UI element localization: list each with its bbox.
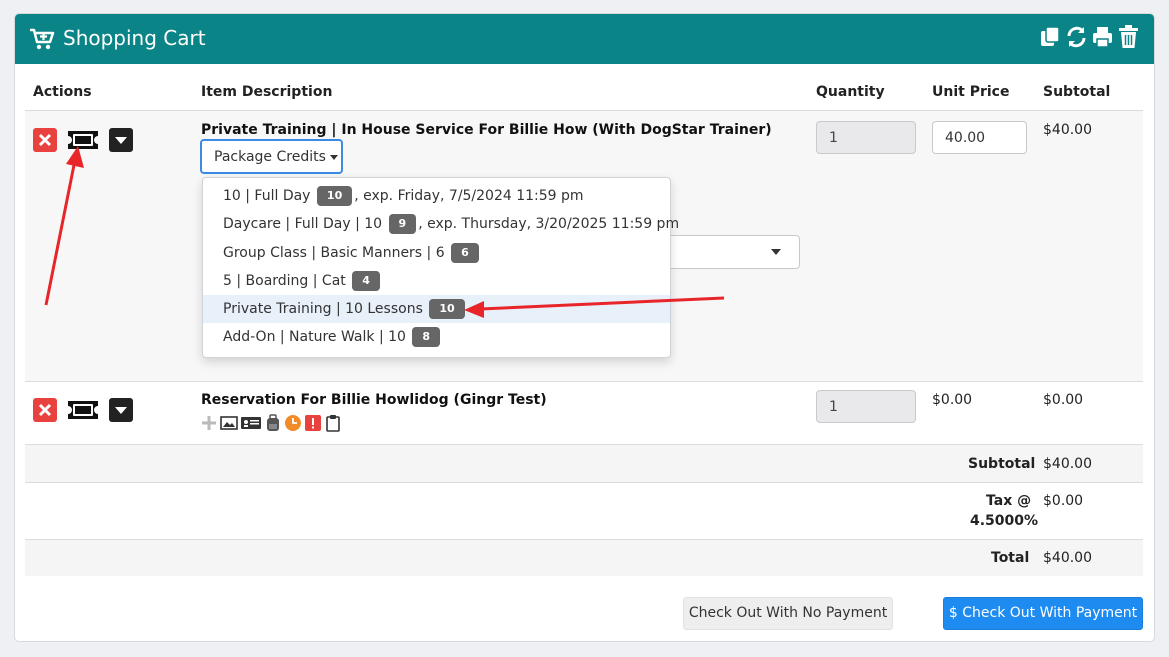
expand-row-button[interactable] (109, 128, 133, 152)
menu-item[interactable]: Add-On | Nature Walk | 10 8 (203, 323, 670, 351)
cart-icon (30, 28, 55, 50)
row-subtotal: $0.00 (1043, 392, 1084, 408)
total-value: $40.00 (1043, 550, 1092, 566)
package-credit-ticket-icon[interactable] (67, 128, 99, 152)
select-arrow-icon (771, 249, 781, 255)
credits-badge: 6 (451, 243, 479, 263)
menu-item[interactable]: 5 | Boarding | Cat 4 (203, 267, 670, 295)
menu-item[interactable]: Group Class | Basic Manners | 6 6 (203, 239, 670, 267)
tax-rate: 4.5000% (970, 513, 1039, 529)
divider (25, 482, 1143, 483)
divider (25, 539, 1143, 540)
item-title: Private Training | In House Service For … (201, 122, 772, 138)
divider (25, 110, 1143, 111)
tax-label: Tax @ (986, 493, 1032, 509)
column-header-subtotal: Subtotal (1043, 84, 1111, 100)
credits-badge: 10 (429, 299, 465, 319)
package-credits-label: Package Credits (214, 149, 326, 165)
divider (25, 444, 1143, 445)
backpack-icon[interactable] (264, 414, 282, 432)
caret-down-icon (329, 154, 338, 160)
refresh-icon[interactable] (1065, 24, 1088, 50)
package-credit-ticket-icon[interactable] (67, 398, 99, 422)
divider (25, 381, 1143, 382)
remove-item-button[interactable] (33, 398, 57, 422)
menu-item-label: Private Training | 10 Lessons (223, 301, 423, 317)
row-unit-price: $0.00 (932, 392, 973, 408)
clipboard-icon[interactable] (324, 414, 342, 432)
column-header-description: Item Description (201, 84, 333, 100)
alert-icon[interactable] (304, 414, 322, 432)
menu-item-label: Add-On | Nature Walk | 10 (223, 329, 406, 345)
quantity-input[interactable]: 1 (816, 390, 916, 423)
hidden-select[interactable] (666, 235, 800, 269)
page-title: Shopping Cart (63, 26, 206, 50)
menu-item-label: Group Class | Basic Manners | 6 (223, 245, 445, 261)
column-header-quantity: Quantity (816, 84, 885, 100)
menu-item-label: 10 | Full Day (223, 188, 311, 204)
credits-badge: 9 (388, 214, 417, 234)
trash-icon[interactable] (1117, 24, 1140, 50)
clock-icon[interactable] (284, 414, 302, 432)
menu-item-label: Daycare | Full Day | 10 (223, 216, 383, 232)
tax-value: $0.00 (1043, 493, 1084, 509)
item-title: Reservation For Billie Howlidog (Gingr T… (201, 392, 547, 408)
copy-icon[interactable] (1039, 24, 1062, 50)
subtotal-label: Subtotal (968, 456, 1036, 472)
menu-item-label: 5 | Boarding | Cat (223, 273, 346, 289)
header-toolbar (1039, 24, 1140, 50)
expand-row-button[interactable] (109, 398, 133, 422)
checkout-no-payment-button[interactable]: Check Out With No Payment (683, 597, 893, 630)
credits-badge: 4 (352, 271, 380, 291)
menu-item[interactable]: 10 | Full Day 10, exp. Friday, 7/5/2024 … (203, 182, 670, 210)
menu-item-expiry: , exp. Thursday, 3/20/2025 11:59 pm (418, 216, 680, 232)
credits-badge: 8 (412, 327, 441, 347)
package-credits-dropdown-button[interactable]: Package Credits (200, 139, 343, 174)
print-icon[interactable] (1091, 24, 1114, 50)
subtotal-value: $40.00 (1043, 456, 1092, 472)
image-icon[interactable] (220, 414, 238, 432)
menu-item-highlighted[interactable]: Private Training | 10 Lessons 10 (203, 295, 670, 323)
unit-price-input[interactable]: 40.00 (932, 121, 1027, 154)
reservation-icon-bar (200, 414, 342, 432)
remove-item-button[interactable] (33, 128, 57, 152)
quantity-input[interactable]: 1 (816, 121, 916, 154)
column-header-actions: Actions (33, 84, 92, 100)
plus-icon[interactable] (200, 414, 218, 432)
id-card-icon[interactable] (240, 414, 262, 432)
total-label: Total (991, 550, 1030, 566)
row-subtotal: $40.00 (1043, 122, 1092, 138)
credits-badge: 10 (316, 186, 353, 206)
checkout-with-payment-button[interactable]: $ Check Out With Payment (943, 597, 1143, 630)
cart-header: Shopping Cart (15, 14, 1154, 64)
column-header-unit-price: Unit Price (932, 84, 1010, 100)
menu-item-expiry: , exp. Friday, 7/5/2024 11:59 pm (354, 188, 584, 204)
menu-item[interactable]: Daycare | Full Day | 10 9, exp. Thursday… (203, 210, 679, 238)
total-row-background (25, 539, 1143, 576)
package-credits-menu: 10 | Full Day 10, exp. Friday, 7/5/2024 … (202, 177, 679, 358)
